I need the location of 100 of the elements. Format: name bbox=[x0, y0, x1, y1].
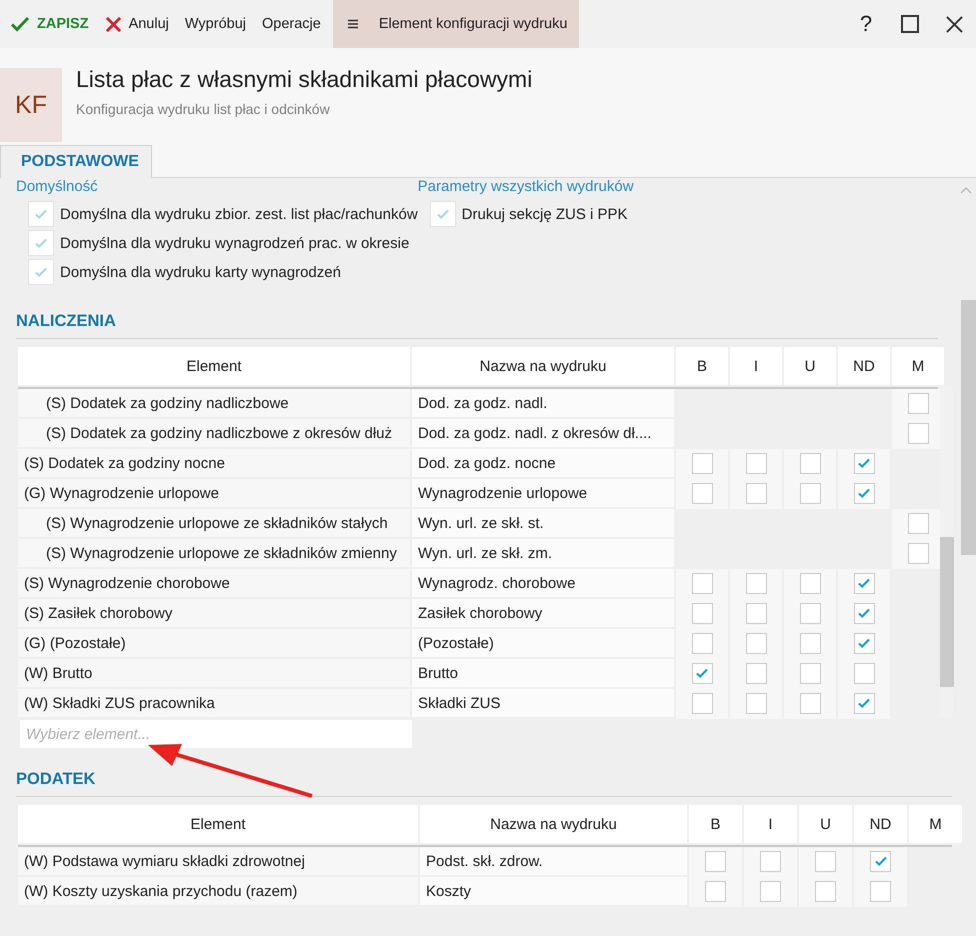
checkbox[interactable] bbox=[908, 542, 928, 564]
checkbox[interactable] bbox=[692, 632, 712, 654]
checkbox[interactable] bbox=[870, 850, 891, 872]
column-header[interactable]: M bbox=[892, 347, 944, 387]
cancel-button[interactable]: Anuluj bbox=[96, 0, 177, 48]
checkbox[interactable] bbox=[854, 482, 874, 504]
table-cell: Składki ZUS bbox=[412, 689, 674, 719]
checkbox[interactable] bbox=[28, 201, 54, 227]
table-cell: Wyn. url. ze skł. st. bbox=[412, 509, 674, 539]
checkbox[interactable] bbox=[800, 632, 820, 654]
checkbox[interactable] bbox=[692, 662, 712, 684]
checkbox[interactable] bbox=[800, 482, 820, 504]
section-heading: PODATEK bbox=[16, 762, 952, 797]
column-header[interactable]: ND bbox=[854, 805, 907, 845]
checkbox-label: Drukuj sekcję ZUS i PPK bbox=[462, 206, 628, 222]
checkbox[interactable] bbox=[854, 632, 874, 654]
column-header[interactable]: Nazwa na wydruku bbox=[412, 347, 674, 387]
close-icon bbox=[946, 16, 962, 32]
checkbox[interactable] bbox=[854, 602, 874, 624]
checkbox[interactable] bbox=[705, 880, 726, 902]
checkbox[interactable] bbox=[746, 572, 766, 594]
checkbox-label: Domyślna dla wydruku karty wynagrodzeń bbox=[60, 264, 341, 280]
checkbox[interactable] bbox=[692, 452, 712, 474]
table-cell: (W) Koszty uzyskania przychodu (razem) bbox=[18, 877, 418, 907]
table-cell: Wyn. url. ze skł. zm. bbox=[412, 539, 674, 569]
checkbox[interactable] bbox=[692, 572, 712, 594]
checkbox[interactable] bbox=[815, 850, 836, 872]
column-header[interactable]: ND bbox=[838, 347, 890, 387]
checkbox[interactable] bbox=[800, 662, 820, 684]
column-header[interactable]: I bbox=[744, 805, 797, 845]
checkbox[interactable] bbox=[854, 572, 874, 594]
maximize-icon bbox=[901, 15, 919, 33]
checkbox[interactable] bbox=[800, 602, 820, 624]
checkbox[interactable] bbox=[746, 452, 766, 474]
checkbox[interactable] bbox=[746, 482, 766, 504]
checkbox[interactable] bbox=[854, 452, 874, 474]
form-subtitle: Konfiguracja wydruku list płac i odcinków bbox=[76, 101, 331, 117]
checkbox[interactable] bbox=[908, 512, 928, 534]
scrollbar[interactable] bbox=[961, 300, 976, 555]
checkbox[interactable] bbox=[28, 259, 54, 285]
column-header[interactable]: Nazwa na wydruku bbox=[420, 805, 687, 845]
checkbox[interactable] bbox=[692, 482, 712, 504]
section-heading: NALICZENIA bbox=[16, 304, 938, 339]
form-badge: KF bbox=[0, 68, 62, 142]
toolbar-button[interactable]: Wypróbuj bbox=[176, 0, 254, 48]
checkbox[interactable] bbox=[870, 880, 891, 902]
table-cell: Wynagrodz. chorobowe bbox=[412, 569, 674, 599]
column-header[interactable]: M bbox=[909, 805, 962, 845]
checkbox[interactable] bbox=[746, 602, 766, 624]
scroll-up-icon[interactable] bbox=[960, 186, 972, 194]
checkbox-label: Domyślna dla wydruku wynagrodzeń prac. w okresie bbox=[60, 234, 410, 252]
checkbox[interactable] bbox=[760, 880, 781, 902]
checkbox[interactable] bbox=[800, 452, 820, 474]
table-cell: (S) Dodatek za godziny nadliczbowe z okresów dłuż bbox=[18, 419, 410, 449]
checkbox[interactable] bbox=[705, 850, 726, 872]
checkbox-label: Domyślna dla wydruku zbior. zest. list płac/rachunków bbox=[60, 206, 418, 222]
menu-tab[interactable]: Element konfiguracji wydruku bbox=[332, 0, 580, 48]
checkbox[interactable] bbox=[692, 692, 712, 714]
menu-icon bbox=[346, 18, 359, 30]
column-header[interactable]: I bbox=[730, 347, 782, 387]
checkbox[interactable] bbox=[746, 632, 766, 654]
column-header[interactable]: Element bbox=[18, 347, 410, 387]
table-cell: (G) Wynagrodzenie urlopowe bbox=[18, 479, 410, 509]
checkbox[interactable] bbox=[815, 880, 836, 902]
checkbox[interactable] bbox=[908, 422, 928, 444]
column-header[interactable]: B bbox=[676, 347, 728, 387]
table-cell: Zasiłek chorobowy bbox=[412, 599, 674, 629]
toolbar-button[interactable]: Operacje bbox=[254, 0, 329, 48]
table-cell: (S) Zasiłek chorobowy bbox=[18, 599, 410, 629]
element-input-field[interactable]: Wybierz element... bbox=[20, 720, 412, 748]
checkbox[interactable] bbox=[430, 201, 456, 227]
checkbox[interactable] bbox=[760, 850, 781, 872]
checkbox[interactable] bbox=[746, 662, 766, 684]
checkbox[interactable] bbox=[28, 230, 54, 256]
table-cell: Wynagrodzenie urlopowe bbox=[412, 479, 674, 509]
table-cell: (S) Dodatek za godziny nocne bbox=[18, 449, 410, 479]
checkbox[interactable] bbox=[692, 602, 712, 624]
table-cell: (S) Wynagrodzenie chorobowe bbox=[18, 569, 410, 599]
tab[interactable]: PODSTAWOWE bbox=[0, 145, 152, 178]
save-button[interactable]: ZAPISZ bbox=[0, 0, 97, 48]
checkbox[interactable] bbox=[908, 392, 928, 414]
table-cell: (S) Wynagrodzenie urlopowe ze składników zmienny bbox=[18, 539, 410, 569]
column-header[interactable]: U bbox=[784, 347, 836, 387]
checkbox[interactable] bbox=[800, 572, 820, 594]
checkbox[interactable] bbox=[854, 662, 874, 684]
column-header[interactable]: U bbox=[799, 805, 852, 845]
table-cell: Dod. za godz. nadl. bbox=[412, 389, 674, 419]
checkbox[interactable] bbox=[746, 692, 766, 714]
column-header[interactable]: Element bbox=[18, 805, 418, 845]
checkbox[interactable] bbox=[800, 692, 820, 714]
table-cell: Koszty bbox=[420, 877, 687, 907]
close-icon bbox=[104, 16, 122, 32]
table-cell: Dod. za godz. nadl. z okresów dł.... bbox=[412, 419, 674, 449]
column-header[interactable]: B bbox=[689, 805, 742, 845]
table-cell: Brutto bbox=[412, 659, 674, 689]
table-cell: (W) Podstawa wymiaru składki zdrowotnej bbox=[18, 847, 418, 877]
help-button[interactable]: ? bbox=[844, 0, 888, 48]
table-cell: (W) Brutto bbox=[18, 659, 410, 689]
group-heading: Parametry wszystkich wydruków bbox=[418, 178, 634, 195]
checkbox[interactable] bbox=[854, 692, 874, 714]
